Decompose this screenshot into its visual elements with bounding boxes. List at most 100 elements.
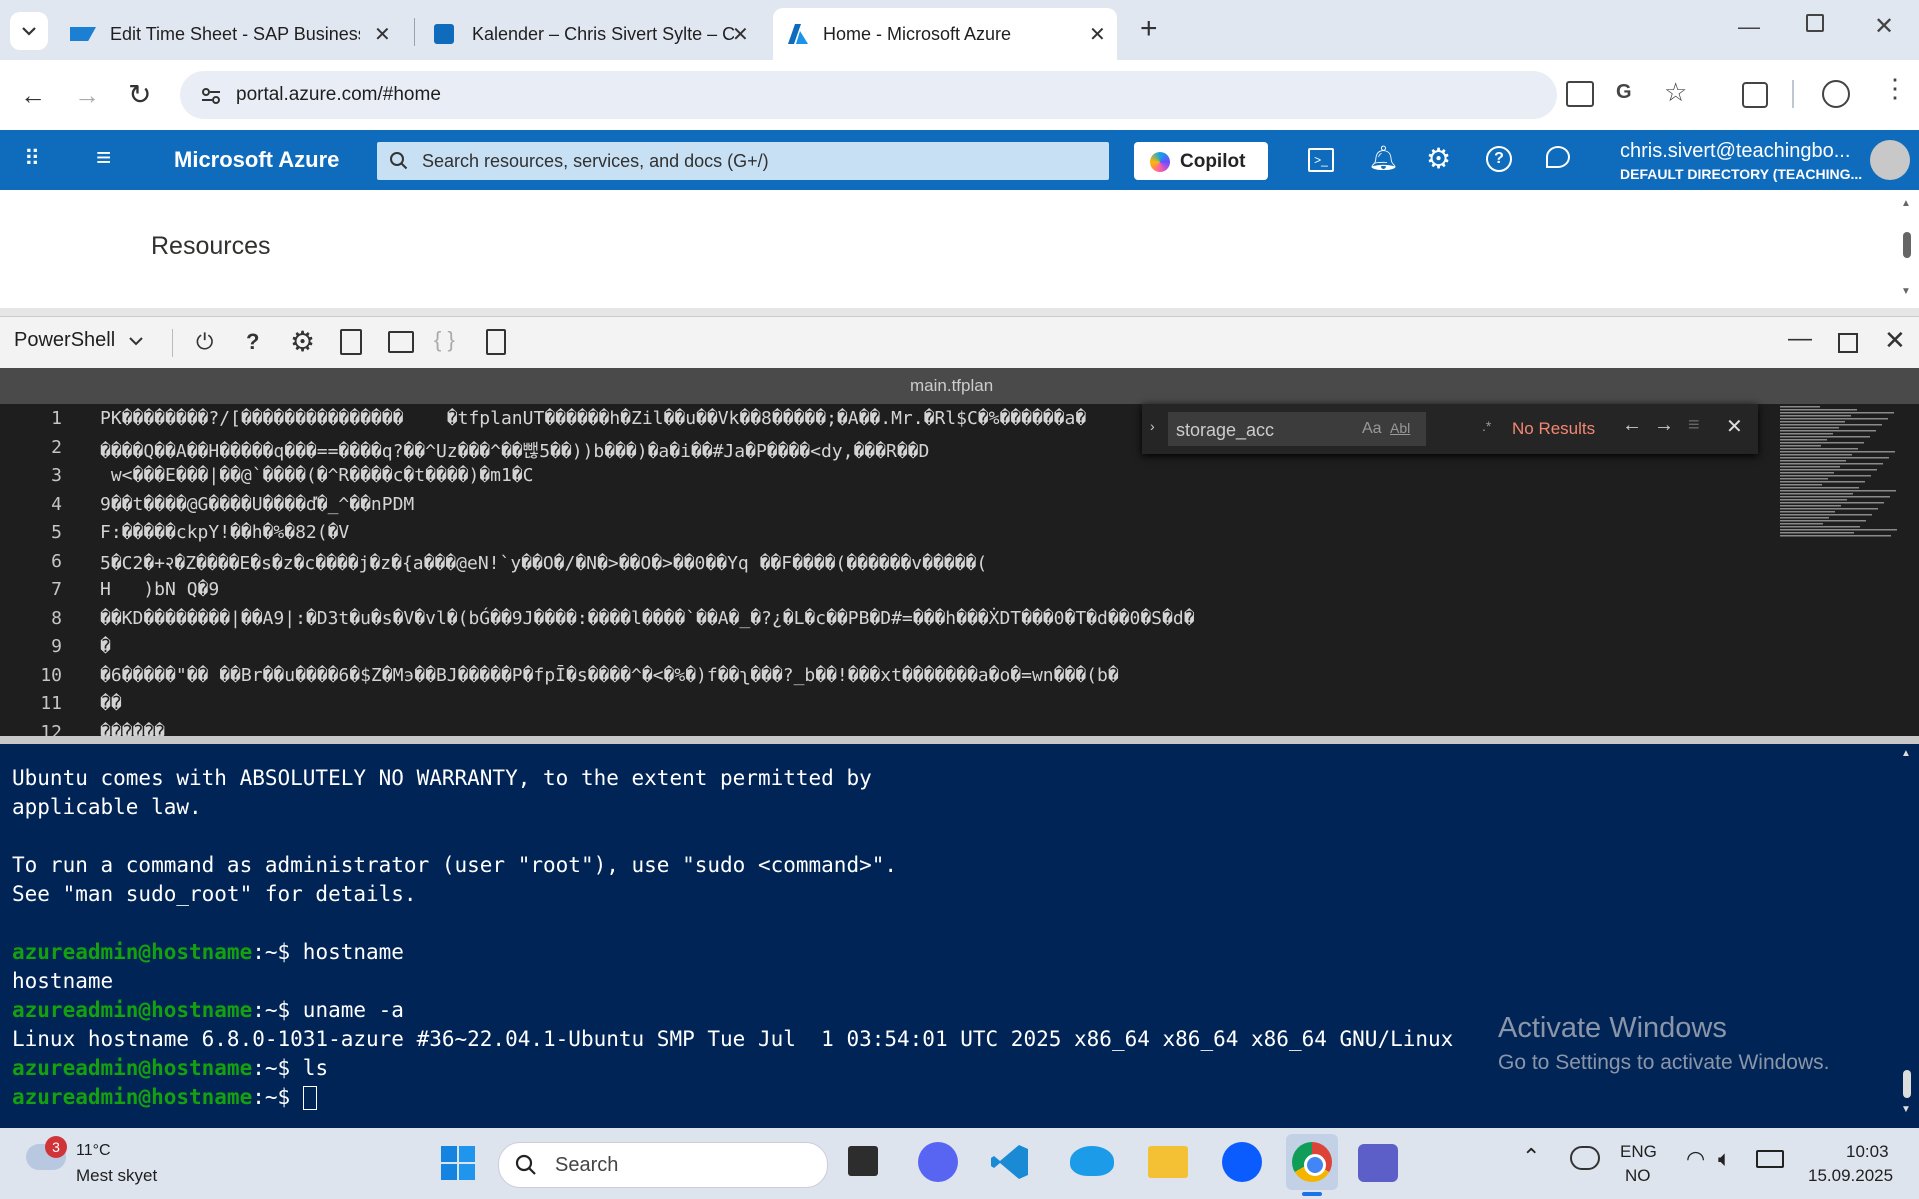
- editor-terminal-splitter[interactable]: [0, 736, 1919, 744]
- copilot-icon: [1150, 152, 1170, 172]
- address-bar[interactable]: portal.azure.com/#home G ☆: [180, 71, 1687, 119]
- tab-sap[interactable]: Edit Time Sheet - SAP Business ✕: [58, 8, 408, 60]
- line-number: 5: [51, 522, 62, 543]
- install-app-icon[interactable]: [1566, 81, 1594, 107]
- taskbar-search[interactable]: Search: [498, 1142, 828, 1188]
- whole-word-icon[interactable]: Abl: [1390, 420, 1410, 436]
- chevron-down-icon: [129, 336, 143, 345]
- language-bottom[interactable]: NO: [1625, 1166, 1651, 1186]
- page-scrollbar[interactable]: ▲ ▼: [1900, 198, 1914, 298]
- cloud-shell-icon[interactable]: >_: [1308, 148, 1334, 172]
- reload-button[interactable]: ↻: [128, 78, 151, 111]
- new-tab-button[interactable]: +: [1140, 12, 1158, 46]
- browser-menu-icon[interactable]: ⋮: [1882, 75, 1908, 101]
- minimize-window-button[interactable]: —: [1738, 14, 1760, 40]
- restart-shell-icon[interactable]: ⏻: [196, 329, 213, 355]
- terminal-scrollbar[interactable]: ▲ ▼: [1900, 748, 1914, 1124]
- weather-desc[interactable]: Mest skyet: [76, 1166, 157, 1186]
- chrome-active-app[interactable]: [1286, 1134, 1338, 1196]
- app-launcher-icon[interactable]: ⠿: [24, 146, 42, 172]
- tab-divider: [414, 18, 415, 46]
- zoom-icon[interactable]: [1222, 1142, 1262, 1182]
- feedback-icon[interactable]: [1546, 146, 1570, 168]
- user-email[interactable]: chris.sivert@teachingbo...: [1620, 140, 1850, 163]
- minimap-line: [1780, 430, 1876, 432]
- clock-time[interactable]: 10:03: [1846, 1142, 1889, 1162]
- minimap-line: [1780, 526, 1860, 528]
- profile-icon[interactable]: [1822, 80, 1850, 108]
- code-line: PK��������?/[��������������� �tfplanUT��…: [100, 408, 1087, 429]
- avatar[interactable]: [1870, 140, 1910, 180]
- upload-download-icon[interactable]: [340, 329, 362, 355]
- language-top[interactable]: ENG: [1620, 1142, 1657, 1162]
- site-info-icon[interactable]: [200, 85, 222, 107]
- shell-resize-handle[interactable]: [0, 308, 1919, 316]
- show-hidden-icons-icon[interactable]: ⌃: [1522, 1144, 1540, 1170]
- close-window-button[interactable]: ✕: [1874, 12, 1894, 41]
- windows-start-icon[interactable]: [440, 1145, 476, 1181]
- notifications-bell-icon[interactable]: 🔔︎: [1368, 144, 1398, 173]
- match-case-icon[interactable]: Aa: [1362, 420, 1382, 438]
- find-in-selection-icon[interactable]: ≡: [1688, 414, 1700, 437]
- extensions-icon[interactable]: [1742, 82, 1768, 108]
- azure-brand[interactable]: Microsoft Azure: [174, 147, 339, 173]
- terminal-output-line: Ubuntu comes with ABSOLUTELY NO WARRANTY…: [12, 766, 872, 790]
- editor-braces-icon[interactable]: { }: [434, 327, 455, 353]
- close-shell-button[interactable]: ✕: [1884, 325, 1906, 356]
- close-tab-icon[interactable]: ✕: [732, 22, 749, 47]
- web-preview-icon[interactable]: [486, 329, 506, 355]
- minimap-line: [1780, 490, 1896, 492]
- line-number: 6: [51, 550, 62, 572]
- maximize-shell-button[interactable]: [1838, 333, 1858, 353]
- editor-minimap[interactable]: [1778, 404, 1902, 554]
- sap-icon: [70, 27, 96, 41]
- minimap-line: [1780, 412, 1894, 414]
- translate-icon[interactable]: G: [1616, 81, 1632, 104]
- minimap-line: [1780, 481, 1865, 483]
- prompt-path: :~$: [252, 998, 303, 1022]
- forward-button[interactable]: →: [74, 80, 100, 111]
- weather-temp[interactable]: 11°C: [76, 1142, 111, 1160]
- tab-search-button[interactable]: [10, 12, 48, 50]
- discord-icon[interactable]: [918, 1142, 958, 1182]
- clock-date[interactable]: 15.09.2025: [1808, 1166, 1893, 1186]
- file-explorer-icon[interactable]: [1148, 1146, 1188, 1178]
- regex-icon[interactable]: .*: [1482, 418, 1491, 434]
- toolbar-divider: [1792, 80, 1794, 108]
- teams-icon[interactable]: [1358, 1144, 1398, 1182]
- restore-window-button[interactable]: [1806, 14, 1824, 32]
- user-directory[interactable]: DEFAULT DIRECTORY (TEACHING...: [1620, 166, 1862, 182]
- shell-type-select[interactable]: PowerShell: [14, 329, 145, 352]
- line-number: 9: [51, 636, 62, 657]
- help-icon[interactable]: ?: [1486, 146, 1512, 172]
- toggle-replace-icon[interactable]: ›: [1150, 418, 1155, 434]
- vscode-icon[interactable]: [990, 1142, 1030, 1182]
- wifi-icon[interactable]: ◠: [1686, 1146, 1705, 1172]
- bookmark-star-icon[interactable]: ☆: [1664, 77, 1687, 108]
- minimize-shell-button[interactable]: —: [1788, 325, 1812, 353]
- tab-calendar[interactable]: Kalender – Chris Sivert Sylte – C ✕: [420, 8, 770, 60]
- azure-data-studio-icon[interactable]: [1070, 1146, 1114, 1176]
- next-match-icon[interactable]: →: [1654, 414, 1674, 437]
- close-tab-icon[interactable]: ✕: [1089, 22, 1106, 47]
- settings-gear-icon[interactable]: ⚙: [1426, 142, 1451, 175]
- back-button[interactable]: ←: [20, 80, 46, 111]
- battery-icon[interactable]: [1756, 1150, 1784, 1168]
- copilot-button[interactable]: Copilot: [1134, 142, 1268, 180]
- find-input[interactable]: storage_acc Aa Abl: [1168, 412, 1426, 446]
- onedrive-offline-icon[interactable]: [1570, 1146, 1600, 1170]
- azure-search-input[interactable]: Search resources, services, and docs (G+…: [377, 142, 1109, 180]
- open-new-session-icon[interactable]: [388, 331, 414, 353]
- prompt-path: :~$: [252, 1056, 303, 1080]
- code-line: ����Q��A��H�����q���==����q?��^Uz���^��뺂…: [100, 440, 930, 462]
- help-icon[interactable]: ?: [246, 329, 259, 355]
- tab-azure[interactable]: Home - Microsoft Azure ✕: [773, 8, 1117, 60]
- previous-match-icon[interactable]: ←: [1622, 414, 1642, 437]
- tab-title: Home - Microsoft Azure: [823, 23, 1012, 44]
- close-icon[interactable]: ✕: [1726, 414, 1743, 439]
- close-tab-icon[interactable]: ✕: [374, 22, 391, 47]
- task-view-icon[interactable]: [848, 1146, 878, 1176]
- settings-gear-icon[interactable]: ⚙: [290, 325, 315, 358]
- volume-icon[interactable]: 🔈︎: [1718, 1146, 1731, 1172]
- portal-menu-icon[interactable]: ≡: [96, 142, 111, 173]
